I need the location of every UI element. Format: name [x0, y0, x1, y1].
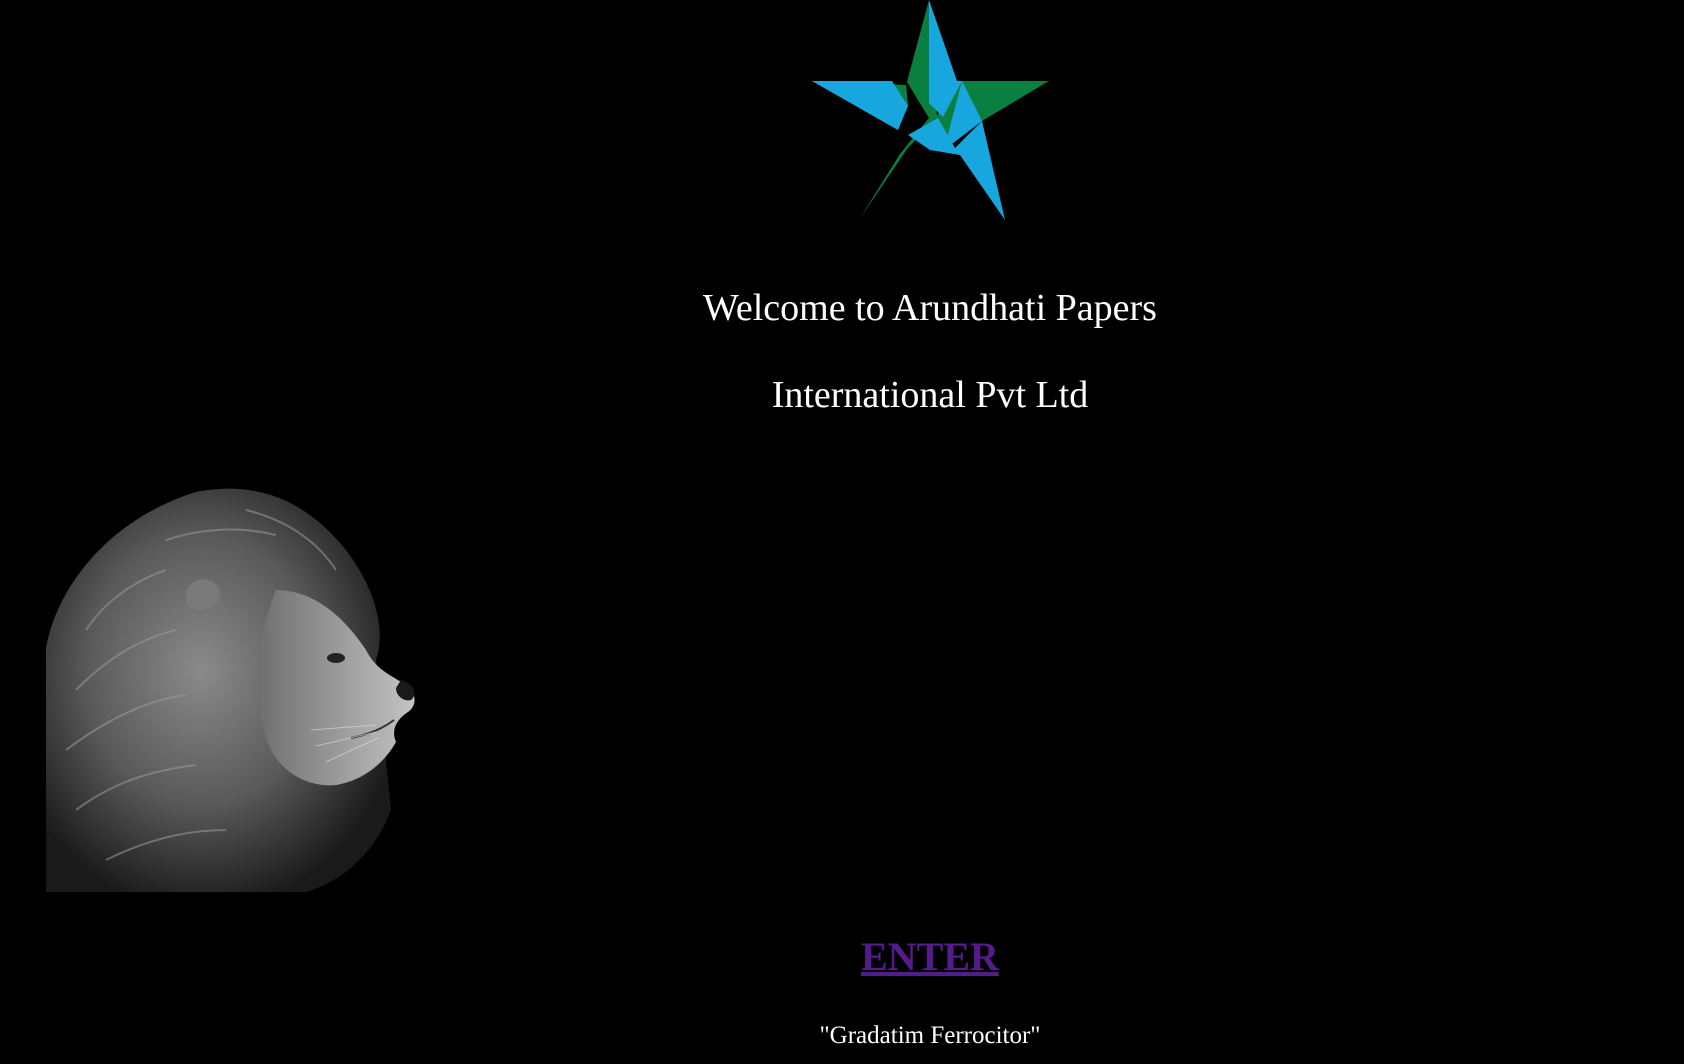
motto-text: "Gradatim Ferrocitor" — [819, 1022, 1041, 1049]
lion-profile-image — [46, 480, 446, 892]
enter-link[interactable]: ENTER — [861, 934, 999, 979]
star-logo-icon — [812, 0, 1049, 220]
welcome-heading-line1: Welcome to Arundhati Papers — [703, 287, 1157, 329]
welcome-heading-line2: International Pvt Ltd — [771, 374, 1089, 416]
enter-link-wrapper: ENTER — [0, 933, 1684, 981]
